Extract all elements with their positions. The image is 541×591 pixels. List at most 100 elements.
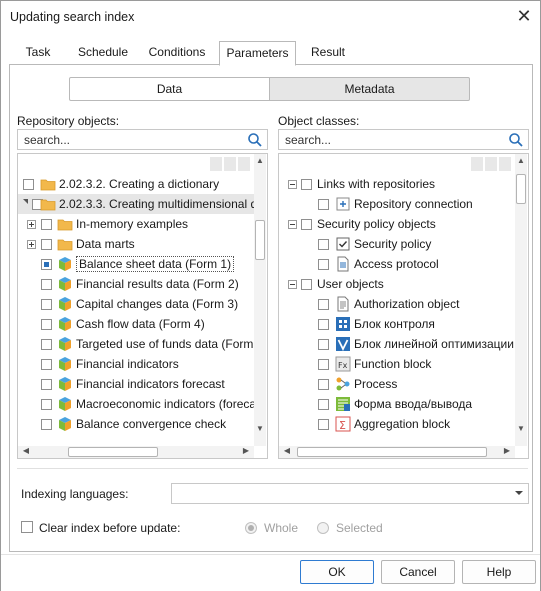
item-checkbox[interactable] — [41, 319, 52, 330]
item-checkbox[interactable] — [41, 279, 52, 290]
object-classes-vertical-scrollbar[interactable]: ▲ ▼ — [515, 154, 527, 446]
clear-index-checkbox[interactable] — [21, 521, 33, 533]
collapse-icon[interactable] — [288, 220, 297, 229]
tab-schedule[interactable]: Schedule — [73, 41, 133, 65]
left-tree-row[interactable]: 2.02.3.2. Creating a dictionary — [18, 174, 254, 194]
right-tree-row[interactable]: Security policy — [279, 234, 515, 254]
item-checkbox[interactable] — [318, 339, 329, 350]
left-tree-row[interactable]: Macroeconomic indicators (foreca — [18, 394, 256, 414]
right-tree-row[interactable]: Блок контроля — [279, 314, 515, 334]
left-tree-row[interactable]: Financial results data (Form 2) — [18, 274, 254, 294]
item-checkbox[interactable] — [301, 179, 312, 190]
item-checkbox[interactable] — [318, 359, 329, 370]
tab-task[interactable]: Task — [13, 41, 63, 65]
item-checkbox[interactable] — [41, 219, 52, 230]
item-checkbox[interactable] — [318, 399, 329, 410]
right-item-label: Authorization object — [354, 297, 460, 311]
right-tree-row[interactable]: Σ Aggregation block — [279, 414, 515, 434]
item-checkbox[interactable] — [41, 419, 52, 430]
repository-search-input[interactable] — [18, 130, 218, 149]
left-item-label: Balance convergence check — [76, 417, 227, 431]
collapse-icon[interactable] — [288, 280, 297, 289]
tab-parameters[interactable]: Parameters — [219, 41, 296, 66]
repository-vscroll-thumb[interactable] — [255, 220, 265, 260]
scroll-down-arrow-icon[interactable]: ▼ — [515, 424, 527, 434]
item-checkbox[interactable] — [318, 319, 329, 330]
right-tree-row[interactable]: User objects — [279, 274, 515, 294]
whole-radio[interactable] — [245, 522, 257, 534]
expand-icon[interactable] — [27, 220, 36, 229]
item-checkbox[interactable] — [318, 379, 329, 390]
left-tree-row[interactable]: Balance convergence check — [18, 414, 254, 434]
access-protocol-icon — [335, 256, 351, 272]
object-classes-horizontal-scrollbar[interactable]: ◀ ▶ — [279, 446, 515, 458]
right-tree-row[interactable]: Links with repositories — [279, 174, 515, 194]
item-checkbox[interactable] — [301, 219, 312, 230]
tab-result[interactable]: Result — [303, 41, 353, 65]
search-icon[interactable] — [508, 132, 524, 148]
right-tree-row[interactable]: Repository connection — [279, 194, 515, 214]
help-button[interactable]: Help — [462, 560, 536, 584]
scroll-up-arrow-icon[interactable]: ▲ — [515, 156, 527, 166]
item-checkbox[interactable] — [318, 419, 329, 430]
selected-radio[interactable] — [317, 522, 329, 534]
data-segment-button[interactable]: Data — [69, 77, 270, 101]
item-checkbox[interactable] — [318, 239, 329, 250]
item-checkbox[interactable] — [41, 339, 52, 350]
close-icon[interactable]: ✕ — [514, 7, 534, 27]
item-checkbox[interactable] — [23, 179, 34, 190]
scroll-left-arrow-icon[interactable]: ◀ — [20, 446, 32, 456]
right-tree-row[interactable]: Fx Function block — [279, 354, 515, 374]
repository-hscroll-thumb[interactable] — [68, 447, 158, 457]
cube-icon — [57, 296, 73, 312]
left-tree-row[interactable]: Data marts — [18, 234, 254, 254]
right-tree-row[interactable]: Форма ввода/вывода — [279, 394, 515, 414]
item-checkbox[interactable] — [41, 259, 52, 270]
scroll-left-arrow-icon[interactable]: ◀ — [281, 446, 293, 456]
object-classes-search-input[interactable] — [279, 130, 479, 149]
left-tree-row[interactable]: Financial indicators forecast — [18, 374, 254, 394]
chevron-down-icon[interactable] — [515, 491, 523, 495]
item-checkbox[interactable] — [318, 199, 329, 210]
repository-horizontal-scrollbar[interactable]: ◀ ▶ — [18, 446, 254, 458]
object-classes-vscroll-thumb[interactable] — [516, 174, 526, 204]
left-tree-row[interactable]: In-memory examples — [18, 214, 254, 234]
search-icon[interactable] — [247, 132, 263, 148]
left-item-label: Balance sheet data (Form 1) — [76, 256, 235, 272]
right-tree-row[interactable]: Authorization object — [279, 294, 515, 314]
right-tree-row[interactable]: Access protocol — [279, 254, 515, 274]
left-tree-row[interactable]: Capital changes data (Form 3) — [18, 294, 254, 314]
object-classes-hscroll-thumb[interactable] — [297, 447, 487, 457]
scroll-up-arrow-icon[interactable]: ▲ — [254, 156, 266, 166]
item-checkbox[interactable] — [41, 299, 52, 310]
collapse-arrow-icon[interactable] — [23, 199, 28, 204]
scroll-right-arrow-icon[interactable]: ▶ — [240, 446, 252, 456]
metadata-segment-button[interactable]: Metadata — [269, 77, 470, 101]
scroll-down-arrow-icon[interactable]: ▼ — [254, 424, 266, 434]
right-tree-row[interactable]: Security policy objects — [279, 214, 515, 234]
collapse-icon[interactable] — [288, 180, 297, 189]
item-checkbox[interactable] — [41, 359, 52, 370]
scroll-right-arrow-icon[interactable]: ▶ — [501, 446, 513, 456]
left-tree-row[interactable]: Cash flow data (Form 4) — [18, 314, 254, 334]
item-checkbox[interactable] — [318, 299, 329, 310]
left-tree-row[interactable]: Balance sheet data (Form 1) — [18, 254, 254, 274]
left-tree-row[interactable]: 2.02.3.3. Creating multidimensional d — [18, 194, 257, 214]
ok-button[interactable]: OK — [300, 560, 374, 584]
cube-icon — [57, 336, 73, 352]
expand-icon[interactable] — [27, 240, 36, 249]
indexing-languages-dropdown[interactable] — [171, 483, 529, 504]
repository-vertical-scrollbar[interactable]: ▲ ▼ — [254, 154, 266, 446]
item-checkbox[interactable] — [318, 259, 329, 270]
item-checkbox[interactable] — [41, 399, 52, 410]
tab-conditions[interactable]: Conditions — [143, 41, 211, 65]
folder-icon — [57, 236, 73, 252]
left-tree-row[interactable]: Targeted use of funds data (Form — [18, 334, 254, 354]
item-checkbox[interactable] — [41, 239, 52, 250]
item-checkbox[interactable] — [41, 379, 52, 390]
right-tree-row[interactable]: Process — [279, 374, 515, 394]
left-tree-row[interactable]: Financial indicators — [18, 354, 254, 374]
item-checkbox[interactable] — [301, 279, 312, 290]
right-tree-row[interactable]: Блок линейной оптимизации — [279, 334, 515, 354]
cancel-button[interactable]: Cancel — [381, 560, 455, 584]
